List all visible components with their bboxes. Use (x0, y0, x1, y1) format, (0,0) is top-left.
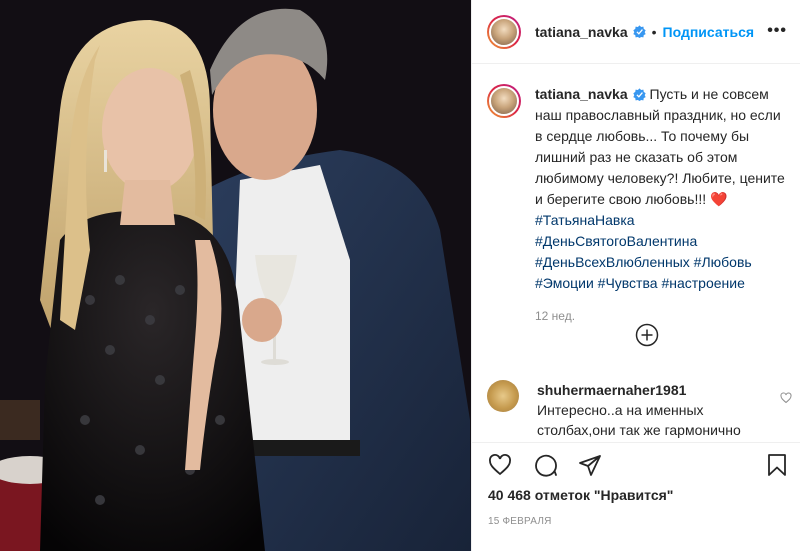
comment-icon[interactable] (534, 453, 558, 477)
action-bar (472, 442, 800, 486)
verified-badge-icon (632, 88, 646, 101)
load-more-comments-icon[interactable] (635, 323, 659, 347)
comment-body: Интересно..а на именных столбах,они так … (537, 402, 741, 438)
hashtag[interactable]: #ДеньСвятогоВалентина (535, 233, 697, 249)
caption-body: Пусть и не совсем наш православный празд… (535, 86, 785, 207)
comment-item: shuhermaernaher1981 Интересно..а на имен… (487, 380, 792, 440)
commenter-username[interactable]: shuhermaernaher1981 (537, 382, 686, 398)
comment-like-icon[interactable] (780, 392, 792, 404)
verified-badge-icon (632, 25, 646, 38)
hashtag[interactable]: #ТатьянаНавка (535, 212, 635, 228)
caption-text: tatiana_navka Пусть и не совсем наш прав… (535, 84, 785, 327)
hashtag[interactable]: #Эмоции (535, 275, 594, 291)
hashtag[interactable]: #настроение (661, 275, 744, 291)
post-side-panel: tatiana_navka • Подписаться ••• tatiana_… (471, 0, 800, 551)
follow-button[interactable]: Подписаться (663, 24, 755, 40)
hashtag[interactable]: #ДеньВсехВлюбленных (535, 254, 690, 270)
instagram-post: tatiana_navka • Подписаться ••• tatiana_… (0, 0, 800, 551)
like-icon[interactable] (488, 453, 512, 477)
save-icon[interactable] (765, 453, 789, 477)
author-username[interactable]: tatiana_navka (535, 24, 628, 40)
caption-time[interactable]: 12 нед. (535, 306, 785, 327)
post-header: tatiana_navka • Подписаться ••• (472, 0, 800, 64)
hashtag[interactable]: #Любовь (694, 254, 752, 270)
caption-avatar[interactable] (487, 84, 521, 118)
post-date: 15 ФЕВРАЛЯ (488, 516, 552, 527)
comment-text: shuhermaernaher1981 Интересно..а на имен… (537, 380, 777, 440)
more-options-icon[interactable]: ••• (767, 22, 787, 40)
author-avatar[interactable] (487, 14, 521, 49)
post-photo-illustration (0, 0, 471, 551)
separator-dot: • (651, 23, 657, 40)
heart-emoji: ❤️ (710, 191, 728, 207)
share-icon[interactable] (578, 453, 602, 477)
caption-username[interactable]: tatiana_navka (535, 86, 628, 102)
post-photo[interactable] (0, 0, 471, 551)
likes-count[interactable]: 40 468 отметок "Нравится" (488, 487, 673, 503)
hashtag[interactable]: #Чувства (598, 275, 658, 291)
caption: tatiana_navka Пусть и не совсем наш прав… (487, 84, 792, 327)
commenter-avatar[interactable] (487, 380, 519, 412)
